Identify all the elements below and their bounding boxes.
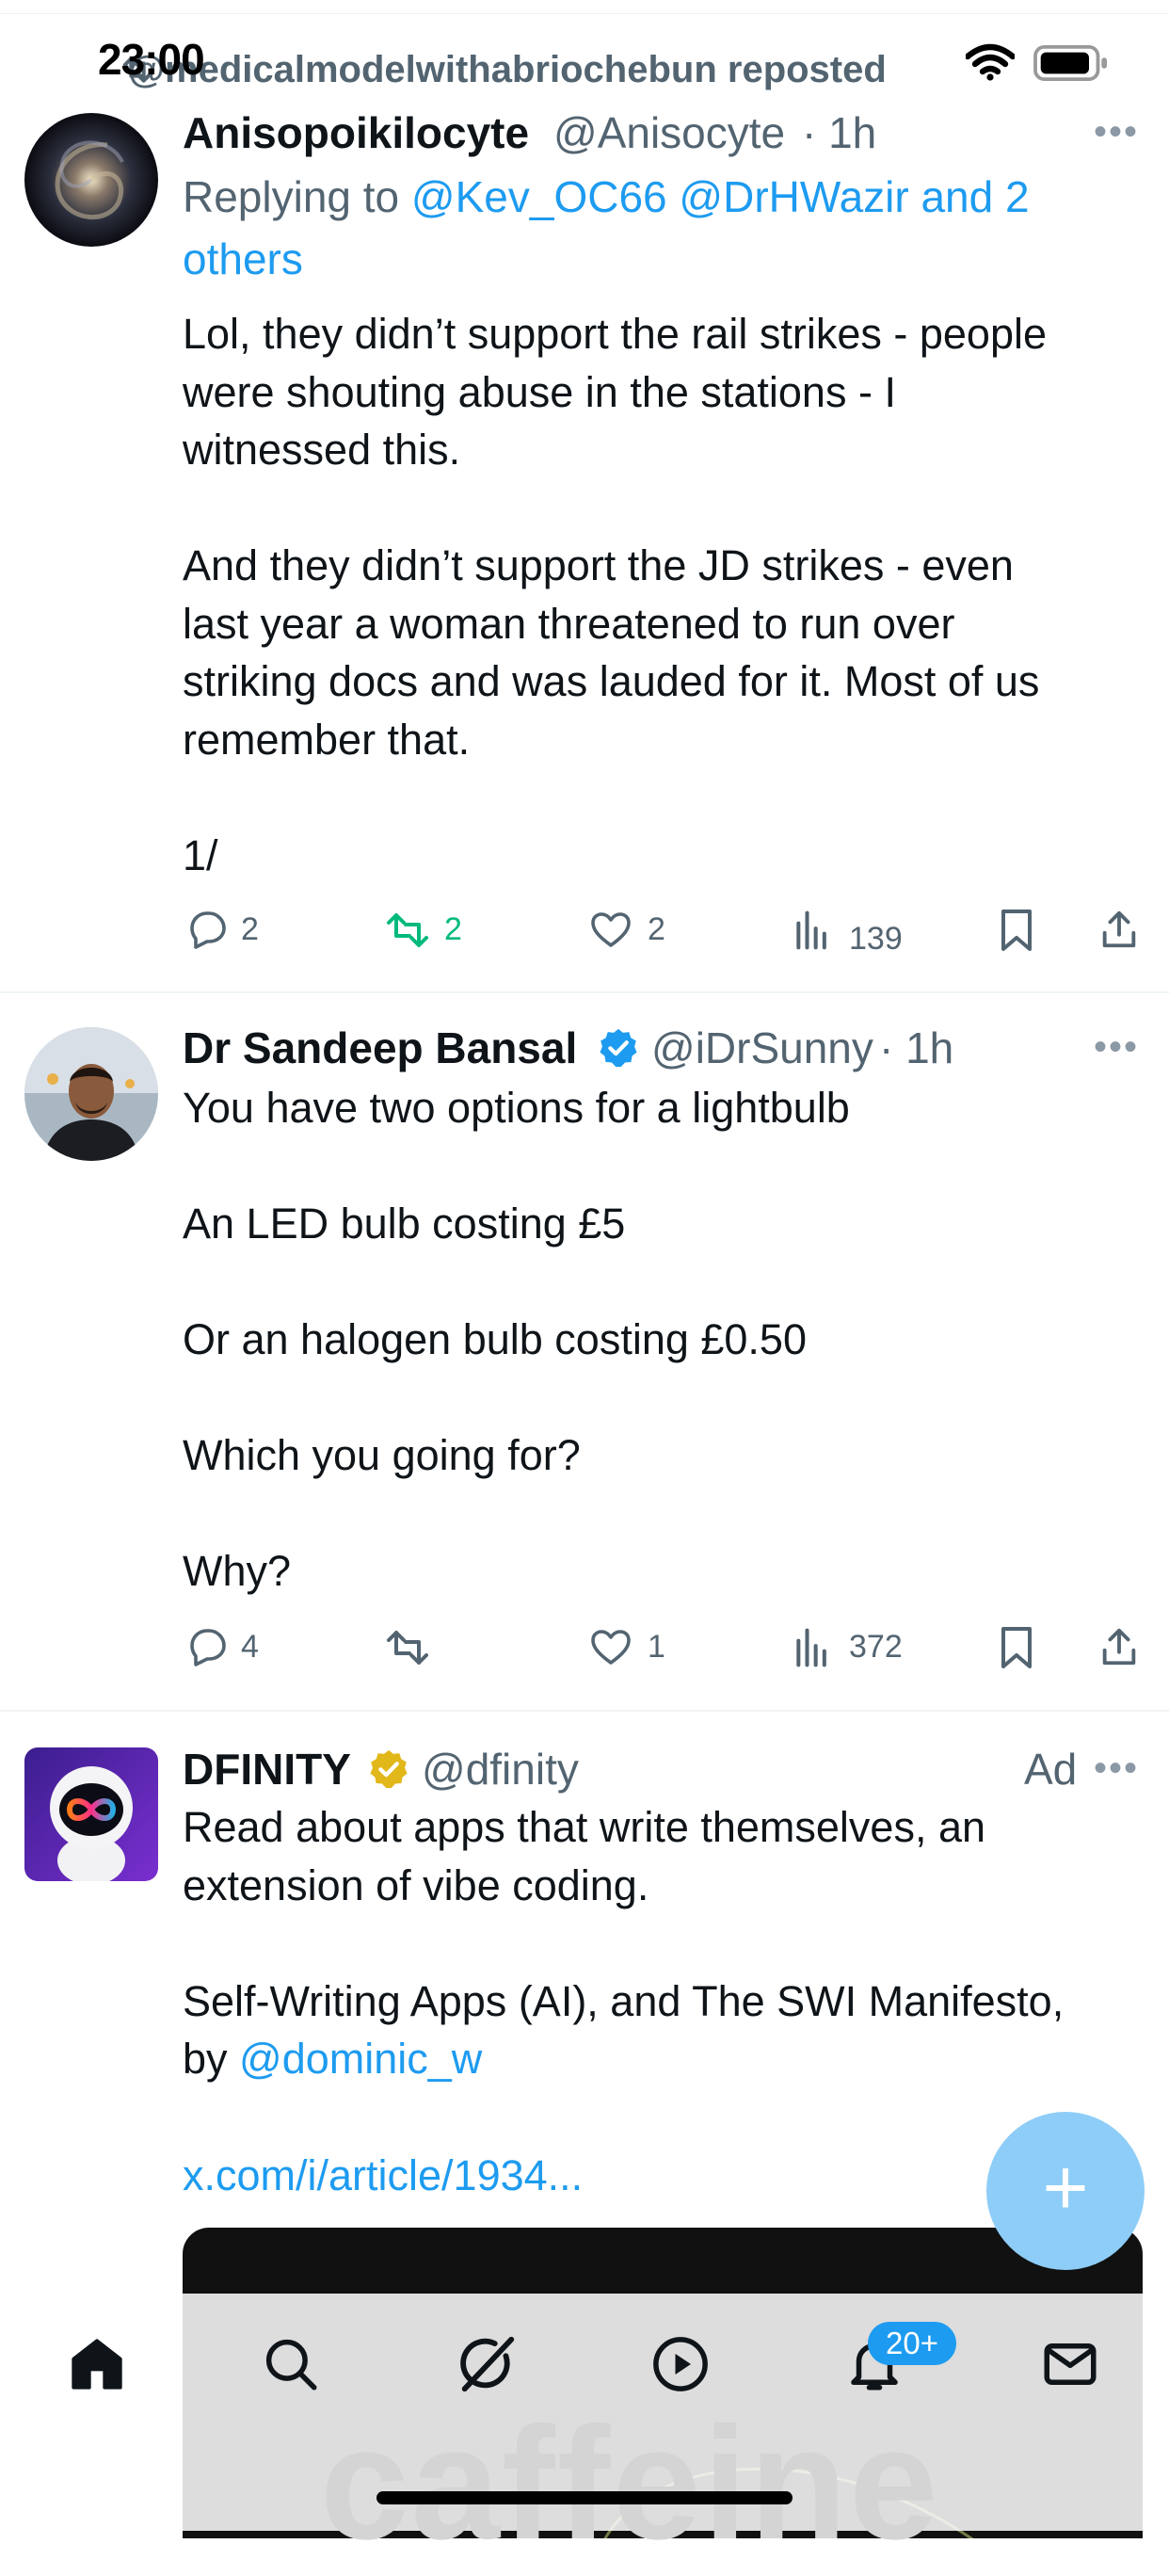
repost-icon[interactable] [382,1625,433,1670]
author-name[interactable]: Anisopoikilocyte [183,107,529,158]
reply-others-link[interactable]: others [183,233,303,284]
like-count: 2 [648,911,665,947]
avatar[interactable] [24,1747,158,1881]
author-name[interactable]: Dr Sandeep Bansal [183,1022,577,1073]
reply-count: 2 [241,911,259,947]
more-options-icon[interactable]: ••• [1094,111,1139,153]
search-icon[interactable] [260,2333,322,2395]
top-divider [0,13,1169,14]
author-handle[interactable]: @Anisocyte [553,107,785,158]
bookmark-icon[interactable] [996,1625,1037,1670]
ad-label: Ad [1024,1745,1078,1794]
post-time: · 1h [802,108,877,157]
like-icon[interactable] [587,1625,634,1670]
galaxy-avatar-image [24,113,158,247]
messages-icon[interactable] [1039,2333,1101,2395]
author-name[interactable]: DFINITY [183,1744,351,1795]
bookmark-icon[interactable] [996,908,1037,953]
share-icon[interactable] [1097,906,1141,953]
reply-count: 4 [241,1629,259,1665]
article-link[interactable]: x.com/i/article/1934... [183,2147,583,2205]
notification-badge: 20+ [868,2322,956,2365]
author-handle[interactable]: @iDrSunny [651,1022,873,1073]
reply-icon[interactable] [184,1625,230,1670]
like-icon[interactable] [587,908,634,953]
views-icon[interactable] [793,1627,832,1668]
post-text: You have two options for a lightbulb An … [183,1084,850,1595]
post-divider [0,1710,1169,1712]
reply-icon[interactable] [184,908,230,953]
home-indicator[interactable] [376,2491,793,2504]
grok-icon[interactable] [454,2331,520,2397]
views-count: 139 [849,921,903,957]
verified-badge-icon [600,1028,637,1068]
post-divider [0,991,1169,993]
post-time: · 1h [879,1023,954,1072]
status-time: 23:00 [98,35,205,84]
reply-prefix: Replying to [183,172,411,221]
author-handle[interactable]: @dfinity [422,1744,579,1795]
like-count: 1 [648,1629,665,1665]
compose-plus-label: + [1042,2143,1089,2231]
avatar[interactable] [24,113,158,247]
avatar[interactable] [24,1027,158,1161]
video-icon[interactable] [649,2333,712,2395]
profile-photo [24,1027,158,1161]
repost-banner[interactable]: @medicalmodelwithabriochebun reposted [128,49,887,91]
share-icon[interactable] [1097,1623,1141,1670]
ad-media-text: caffeine [320,2394,940,2573]
battery-icon [1033,45,1107,81]
repost-count: 2 [444,911,462,947]
dfinity-astronaut-logo [24,1747,158,1881]
repost-icon[interactable] [382,908,433,953]
more-options-icon[interactable]: ••• [1094,1026,1139,1069]
reply-mentions[interactable]: @Kev_OC66 @DrHWazir and 2 [411,172,1030,221]
compose-post-button[interactable]: + [986,2112,1145,2270]
reply-context: Replying to @Kev_OC66 @DrHWazir and 2 [183,171,1030,222]
verified-gold-badge-icon [370,1749,408,1789]
views-count: 372 [849,1629,903,1665]
home-icon[interactable] [66,2333,128,2395]
post-text: Lol, they didn’t support the rail strike… [183,310,1047,879]
views-icon[interactable] [793,910,832,951]
wifi-icon [966,43,1015,81]
mention-link[interactable]: @dominic_w [239,2035,482,2083]
post-text: Read about apps that write themselves, a… [183,1798,1133,2088]
more-options-icon[interactable]: ••• [1094,1747,1139,1790]
